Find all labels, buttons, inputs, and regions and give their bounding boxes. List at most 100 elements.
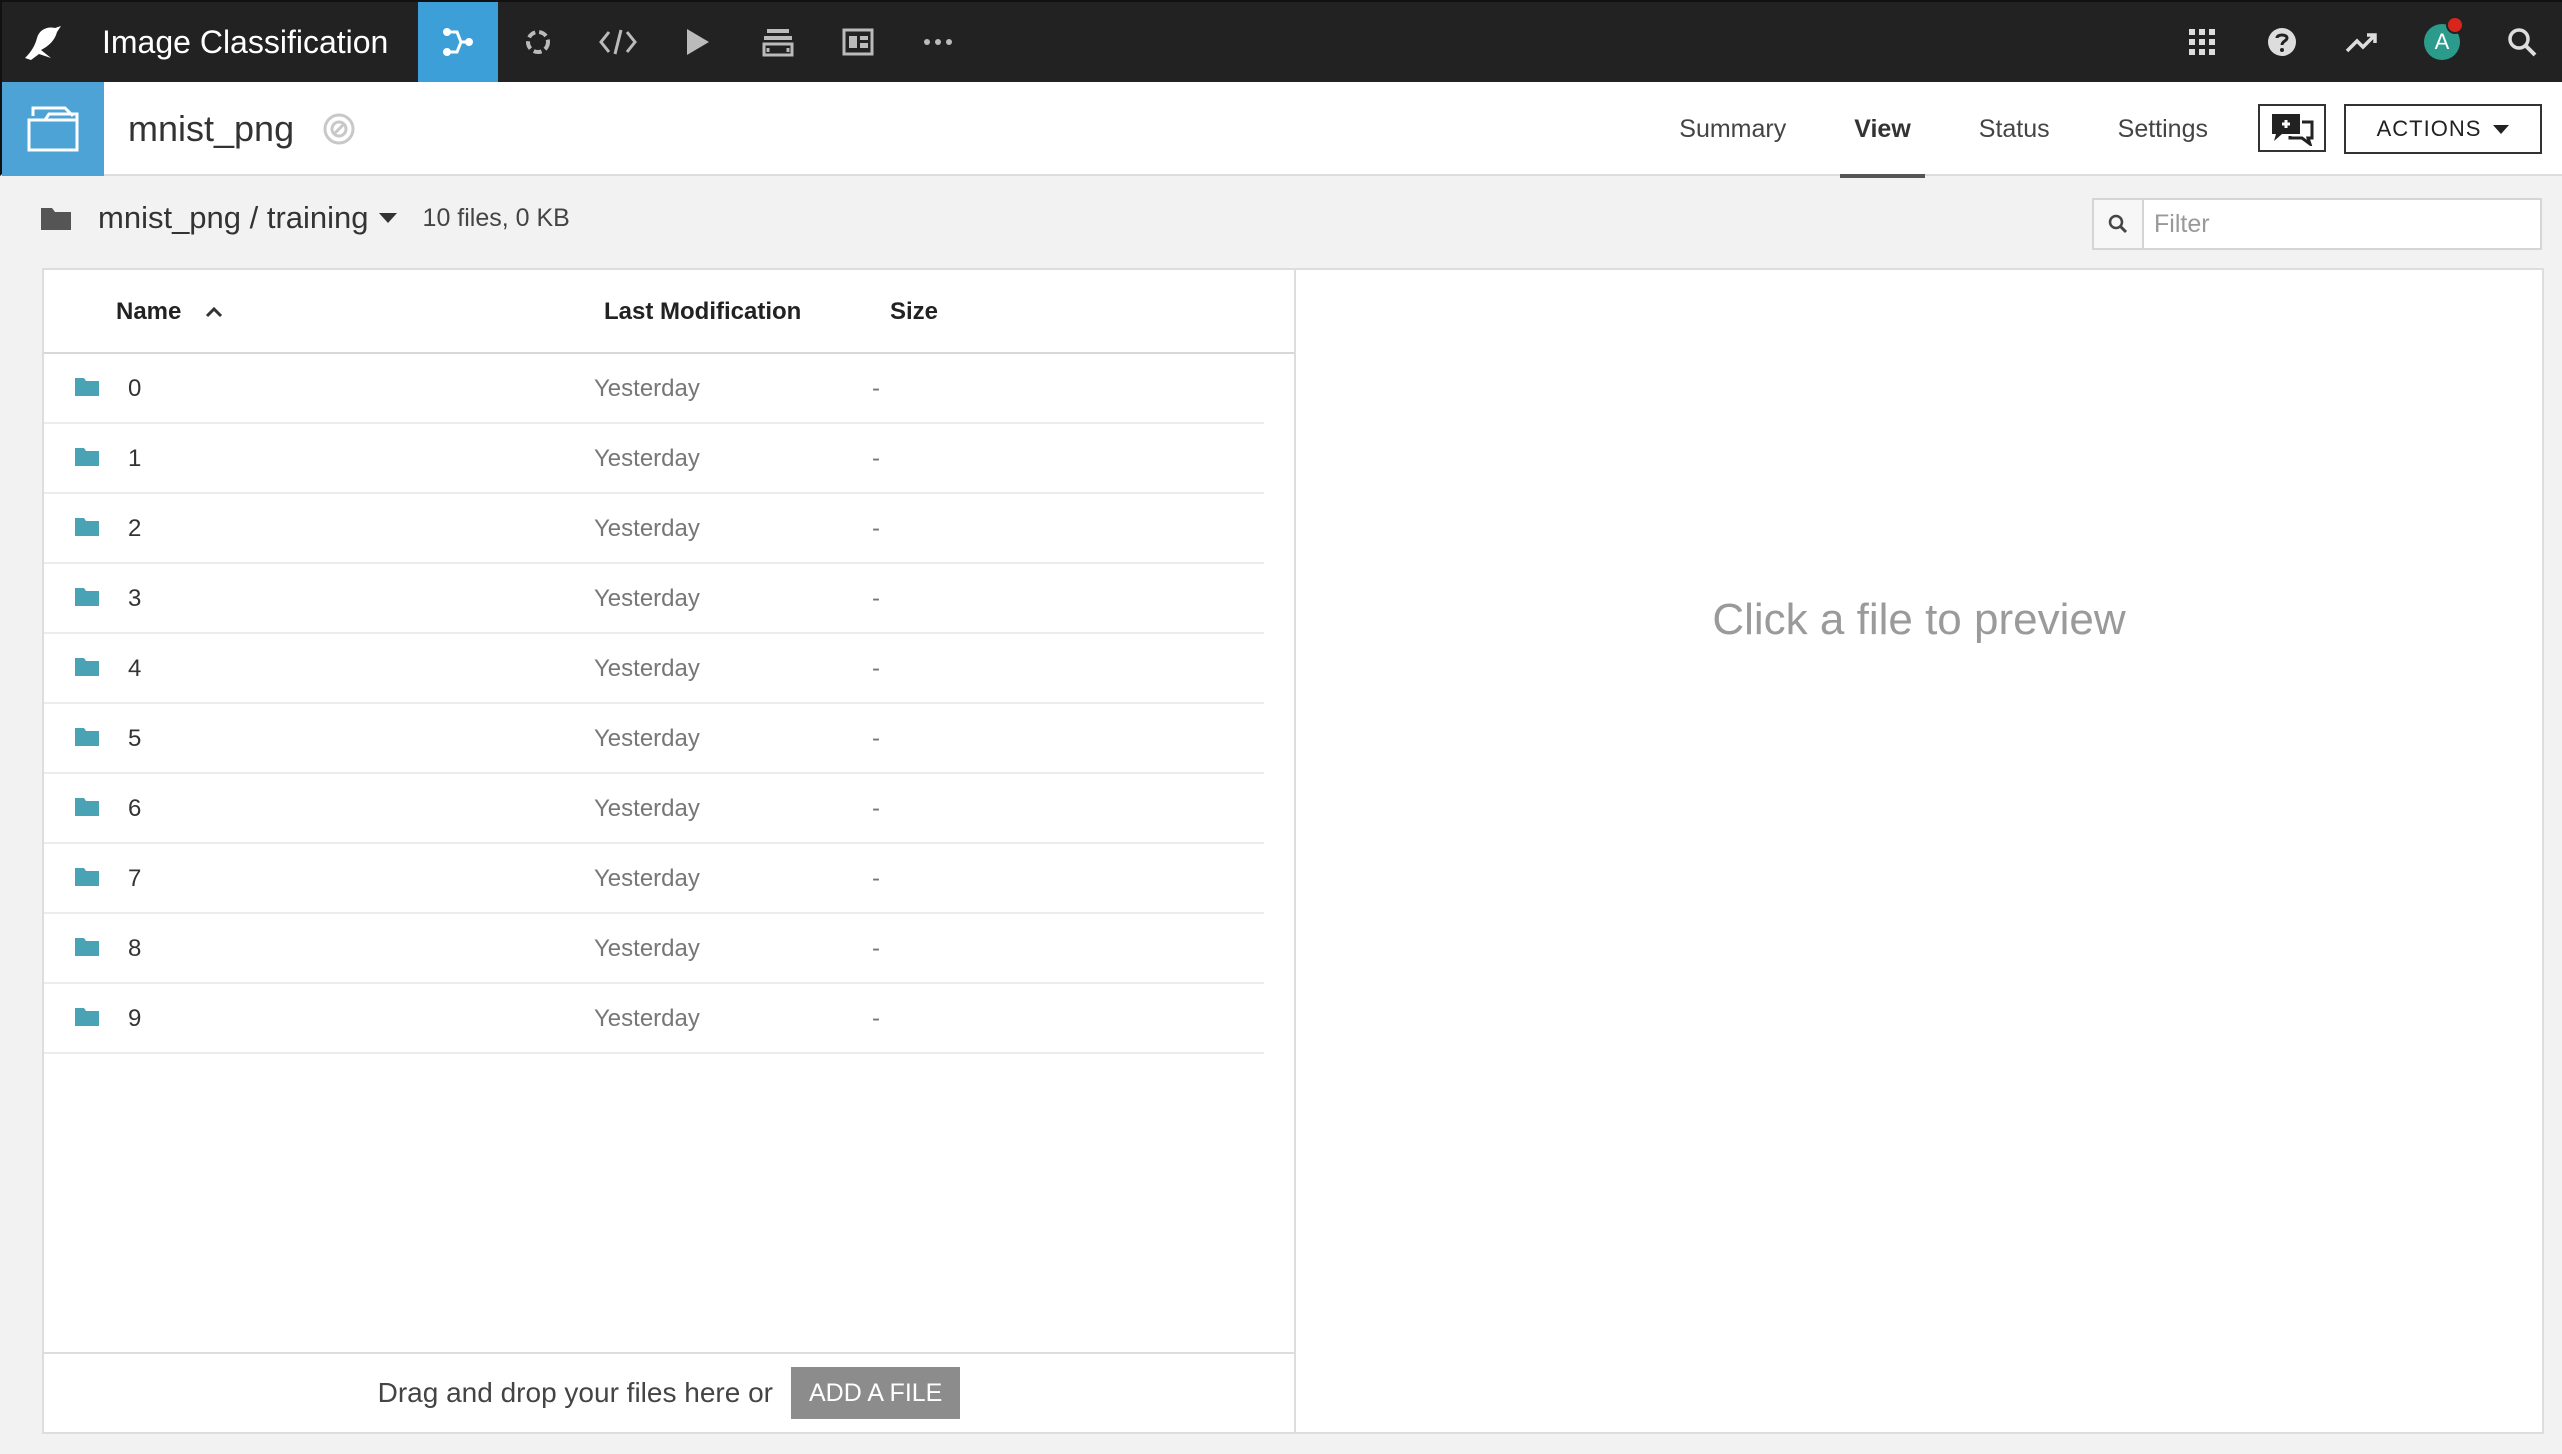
file-preview-panel: Click a file to preview — [1294, 268, 2544, 1434]
global-search-button[interactable] — [2482, 2, 2562, 82]
file-size: - — [872, 375, 880, 402]
recipe-icon — [526, 30, 551, 54]
file-name: 0 — [128, 375, 142, 402]
code-nav-button[interactable] — [578, 2, 658, 82]
file-modified: Yesterday — [594, 935, 700, 962]
recipe-nav-button[interactable] — [498, 2, 578, 82]
dashboard-icon — [842, 28, 874, 56]
table-row[interactable]: 1 Yesterday - — [44, 424, 1264, 494]
table-row[interactable]: 4 Yesterday - — [44, 634, 1264, 704]
table-row[interactable]: 0 Yesterday - — [44, 354, 1264, 424]
bird-logo-icon[interactable] — [2, 2, 84, 82]
tab-status[interactable]: Status — [1945, 82, 2084, 176]
path-dropdown-icon[interactable] — [378, 213, 397, 223]
file-name: 5 — [128, 725, 142, 752]
file-size: - — [872, 655, 880, 682]
file-modified: Yesterday — [594, 585, 700, 612]
file-modified: Yesterday — [594, 725, 700, 752]
file-size: - — [872, 935, 880, 962]
filter-box — [2092, 198, 2542, 250]
activity-button[interactable] — [2322, 2, 2402, 82]
file-name: 4 — [128, 655, 142, 682]
upload-dropzone[interactable]: Drag and drop your files here or ADD A F… — [44, 1352, 1294, 1432]
stack-icon — [762, 29, 794, 57]
table-row[interactable]: 7 Yesterday - — [44, 844, 1264, 914]
search-icon — [2508, 28, 2537, 57]
file-modified: Yesterday — [594, 655, 700, 682]
tab-settings[interactable]: Settings — [2084, 82, 2242, 176]
filter-input[interactable] — [2144, 200, 2540, 248]
apps-grid-icon — [2189, 29, 2215, 55]
folder-path[interactable]: mnist_png / training — [98, 200, 369, 236]
tab-view[interactable]: View — [1820, 82, 1945, 178]
column-header-size[interactable]: Size — [890, 270, 938, 354]
dashboard-nav-button[interactable] — [818, 2, 898, 82]
folder-icon — [75, 518, 99, 536]
folder-icon — [75, 868, 99, 886]
file-name: 9 — [128, 1005, 142, 1032]
file-name: 1 — [128, 445, 142, 472]
file-modified: Yesterday — [594, 795, 700, 822]
file-modified: Yesterday — [594, 1005, 700, 1032]
flow-nav-button[interactable] — [418, 2, 499, 82]
file-size: - — [872, 795, 880, 822]
object-tabs: Summary View Status Settings — [1645, 82, 2242, 178]
discussions-button[interactable] — [2258, 104, 2326, 152]
run-icon — [687, 29, 710, 55]
file-size: - — [872, 725, 880, 752]
column-header-modified[interactable]: Last Modification — [604, 270, 801, 354]
file-size: - — [872, 865, 880, 892]
folder-icon — [41, 208, 71, 230]
folder-icon — [75, 378, 99, 396]
folder-icon — [75, 658, 99, 676]
managed-folder-icon — [27, 106, 79, 152]
trend-icon — [2345, 33, 2377, 53]
actions-button[interactable]: ACTIONS — [2344, 104, 2542, 154]
apps-grid-button[interactable] — [2162, 2, 2242, 82]
run-nav-button[interactable] — [658, 2, 738, 82]
managed-folder-icon-box — [2, 82, 104, 176]
folder-path-bar: mnist_png / training 10 files, 0 KB — [40, 200, 570, 236]
add-file-button[interactable]: ADD A FILE — [790, 1367, 961, 1419]
column-header-name[interactable]: Name — [116, 270, 223, 354]
folder-icon — [75, 728, 99, 746]
object-name[interactable]: mnist_png — [128, 82, 294, 176]
table-row[interactable]: 6 Yesterday - — [44, 774, 1264, 844]
preview-placeholder: Click a file to preview — [1712, 595, 2126, 644]
table-row[interactable]: 2 Yesterday - — [44, 494, 1264, 564]
sort-ascending-icon — [206, 306, 223, 318]
object-status-icon[interactable] — [322, 112, 356, 146]
project-title[interactable]: Image Classification — [84, 2, 418, 82]
table-row[interactable]: 8 Yesterday - — [44, 914, 1264, 984]
help-icon — [2268, 28, 2296, 56]
file-name: 3 — [128, 585, 142, 612]
file-modified: Yesterday — [594, 445, 700, 472]
tab-summary[interactable]: Summary — [1645, 82, 1820, 176]
user-avatar-button[interactable]: A — [2402, 2, 2482, 82]
chevron-down-icon — [2493, 124, 2510, 134]
file-modified: Yesterday — [594, 515, 700, 542]
file-size: - — [872, 585, 880, 612]
table-header: Name Last Modification Size — [44, 270, 1294, 354]
actions-label: ACTIONS — [2376, 116, 2482, 141]
folder-icon — [75, 588, 99, 606]
file-name: 6 — [128, 795, 142, 822]
table-row[interactable]: 5 Yesterday - — [44, 704, 1264, 774]
file-name: 8 — [128, 935, 142, 962]
help-button[interactable] — [2242, 2, 2322, 82]
table-row[interactable]: 3 Yesterday - — [44, 564, 1264, 634]
folder-icon — [75, 938, 99, 956]
file-name: 2 — [128, 515, 142, 542]
folder-icon — [75, 798, 99, 816]
file-modified: Yesterday — [594, 865, 700, 892]
object-header: mnist_png Summary View Status Settings A… — [0, 82, 2562, 178]
stack-nav-button[interactable] — [738, 2, 818, 82]
code-icon — [599, 29, 638, 55]
more-nav-button[interactable] — [898, 2, 978, 82]
file-list-panel: Name Last Modification Size 0 Yesterday … — [42, 268, 1296, 1434]
file-size: - — [872, 1005, 880, 1032]
table-row[interactable]: 9 Yesterday - — [44, 984, 1264, 1054]
file-size: - — [872, 515, 880, 542]
folder-icon — [75, 1008, 99, 1026]
file-rows: 0 Yesterday - 1 Yesterday - 2 Yesterday … — [44, 354, 1264, 1054]
